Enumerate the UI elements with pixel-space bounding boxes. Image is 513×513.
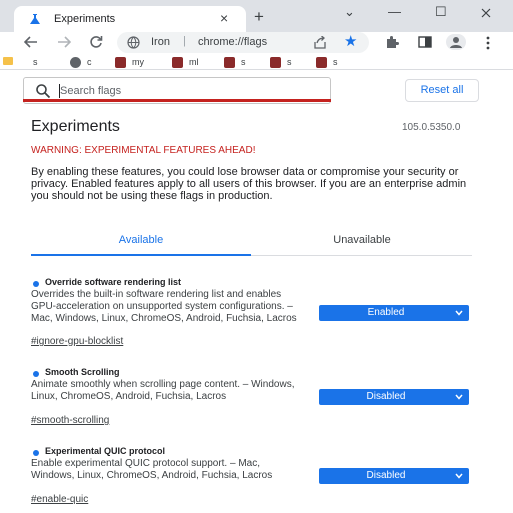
- bookmark-item[interactable]: s: [33, 56, 38, 68]
- reset-all-button[interactable]: Reset all: [405, 79, 479, 102]
- tab-title: Experiments: [54, 13, 116, 25]
- chevron-down-icon: [455, 473, 463, 479]
- flag-description: Enable experimental QUIC protocol suppor…: [31, 458, 273, 481]
- flask-icon: [30, 14, 40, 24]
- flag-entry: Override software rendering list Overrid…: [31, 277, 471, 349]
- site-favicon-icon: [224, 57, 235, 69]
- close-tab-icon[interactable]: ×: [220, 9, 228, 27]
- flag-state-value: Disabled: [366, 391, 406, 402]
- warning-text: WARNING: EXPERIMENTAL FEATURES AHEAD!: [31, 145, 256, 156]
- search-icon: [36, 84, 51, 99]
- globe-icon: [70, 57, 81, 69]
- version-number: 105.0.5350.0: [402, 122, 461, 133]
- bookmark-item[interactable]: c: [70, 56, 92, 69]
- avatar-icon[interactable]: [446, 34, 466, 50]
- bookmark-item[interactable]: s: [224, 56, 246, 69]
- bookmarks-bar: s c my ml s s s: [0, 54, 513, 70]
- kebab-menu-icon[interactable]: [486, 36, 490, 50]
- flag-bullet: [33, 371, 39, 377]
- puzzle-icon[interactable]: [385, 35, 399, 49]
- folder-icon[interactable]: [3, 57, 13, 65]
- search-input[interactable]: [60, 81, 320, 101]
- flag-entry: Smooth Scrolling Animate smoothly when s…: [31, 367, 471, 427]
- flag-state-select[interactable]: Disabled: [319, 389, 469, 405]
- site-favicon-icon: [172, 57, 183, 69]
- flag-state-select[interactable]: Disabled: [319, 468, 469, 484]
- maximize-button[interactable]: ☐: [435, 4, 447, 20]
- tab-search-icon[interactable]: ⌄: [344, 4, 355, 20]
- arrow-left-icon[interactable]: [24, 36, 38, 48]
- flag-bullet: [33, 281, 39, 287]
- site-globe-icon[interactable]: [127, 36, 140, 49]
- flag-name: Override software rendering list: [45, 277, 182, 287]
- star-icon[interactable]: ★: [344, 33, 357, 51]
- flag-state-value: Enabled: [367, 307, 405, 318]
- address-bar[interactable]: Iron | chrome://flags ★: [117, 32, 369, 53]
- arrow-right-icon[interactable]: [57, 36, 71, 48]
- flag-description: Animate smoothly when scrolling page con…: [31, 379, 295, 402]
- chevron-down-icon: [455, 394, 463, 400]
- browser-toolbar: Iron | chrome://flags ★: [0, 32, 513, 54]
- chevron-down-icon: [455, 310, 463, 316]
- flag-permalink[interactable]: #enable-quic: [31, 494, 88, 505]
- intro-text: By enabling these features, you could lo…: [31, 166, 467, 202]
- bookmark-item[interactable]: ml: [172, 56, 199, 69]
- flag-state-value: Disabled: [366, 470, 406, 481]
- site-favicon-icon: [115, 57, 126, 69]
- flag-description: Overrides the built-in software renderin…: [31, 289, 297, 324]
- search-focus-underline: [23, 99, 331, 102]
- flags-tabs: Available Unavailable: [31, 229, 472, 256]
- browser-tab[interactable]: Experiments ×: [14, 6, 246, 32]
- bookmark-item[interactable]: s: [316, 56, 338, 69]
- side-panel-icon[interactable]: [418, 36, 432, 48]
- bookmark-item[interactable]: s: [270, 56, 292, 69]
- close-window-icon[interactable]: [481, 8, 491, 18]
- tab-strip: Experiments × + ⌄ — ☐: [0, 0, 513, 32]
- flag-state-select[interactable]: Enabled: [319, 305, 469, 321]
- site-favicon-icon: [270, 57, 281, 69]
- bookmark-item[interactable]: my: [115, 56, 144, 69]
- minimize-button[interactable]: —: [388, 4, 401, 20]
- reload-icon[interactable]: [89, 35, 103, 49]
- site-favicon-icon: [316, 57, 327, 69]
- share-icon[interactable]: [313, 36, 327, 49]
- flag-permalink[interactable]: #ignore-gpu-blocklist: [31, 336, 123, 347]
- flag-permalink[interactable]: #smooth-scrolling: [31, 415, 109, 426]
- page-title: Experiments: [31, 118, 120, 135]
- url-separator: |: [183, 35, 186, 47]
- tab-available[interactable]: Available: [31, 229, 251, 256]
- new-tab-button[interactable]: +: [254, 8, 264, 26]
- site-label: Iron: [151, 36, 170, 48]
- flag-name: Smooth Scrolling: [45, 367, 120, 377]
- flag-entry: Experimental QUIC protocol Enable experi…: [31, 446, 471, 508]
- flag-name: Experimental QUIC protocol: [45, 446, 166, 456]
- search-header: Reset all: [0, 71, 513, 111]
- flag-bullet: [33, 450, 39, 456]
- active-tab-indicator: [31, 254, 251, 256]
- tab-unavailable[interactable]: Unavailable: [252, 229, 472, 256]
- url-text[interactable]: chrome://flags: [198, 36, 267, 48]
